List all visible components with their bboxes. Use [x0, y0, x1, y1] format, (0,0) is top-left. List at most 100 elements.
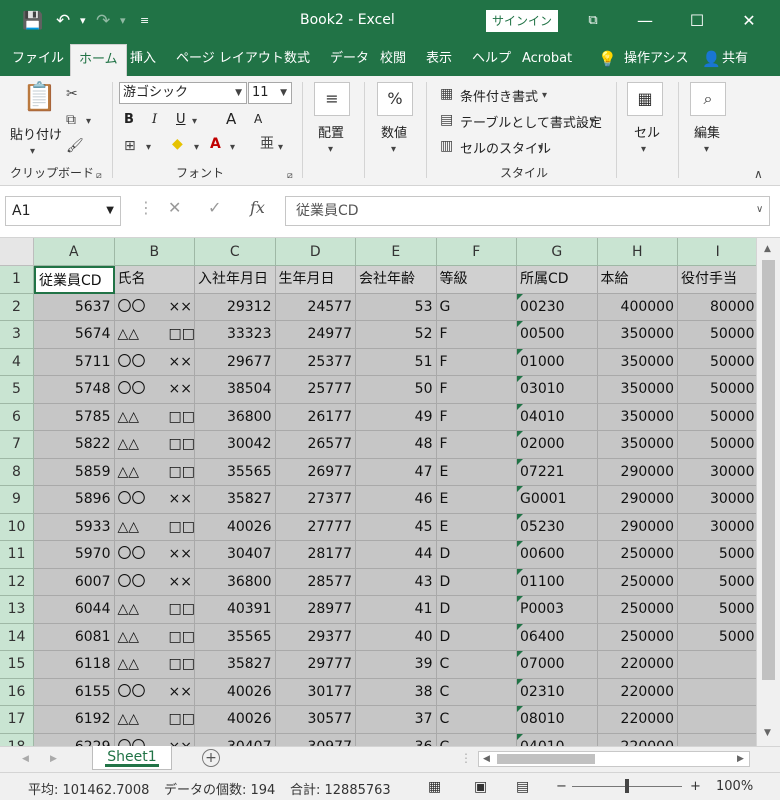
table-cell[interactable]: 350000 — [597, 403, 678, 431]
table-cell[interactable]: 50000 — [678, 403, 756, 431]
table-cell[interactable]: 350000 — [597, 431, 678, 459]
number-format-icon[interactable]: % — [377, 82, 413, 116]
row-header[interactable]: 14 — [0, 623, 34, 651]
underline-button[interactable]: U — [176, 112, 186, 127]
table-cell[interactable]: 350000 — [597, 348, 678, 376]
table-cell[interactable]: 290000 — [597, 513, 678, 541]
row-header[interactable]: 12 — [0, 568, 34, 596]
insert-function-icon[interactable]: fx — [250, 198, 265, 217]
phonetic-dropdown-icon[interactable]: ▾ — [278, 140, 283, 156]
table-cell[interactable]: △△ □□ — [114, 623, 195, 651]
column-header[interactable]: I — [678, 238, 756, 266]
tab-file[interactable]: ファイル — [12, 42, 64, 76]
table-cell[interactable]: 6118 — [34, 651, 115, 679]
name-box[interactable]: A1 ▼ — [5, 196, 121, 226]
table-cell[interactable]: 44 — [356, 541, 437, 569]
table-cell[interactable]: 29377 — [275, 623, 356, 651]
horizontal-scrollbar[interactable]: ◀ ▶ — [478, 751, 750, 767]
table-header-cell[interactable]: 生年月日 — [275, 266, 356, 294]
table-cell[interactable]: 6081 — [34, 623, 115, 651]
table-cell[interactable]: 40026 — [195, 678, 276, 706]
editing-dropdown-icon[interactable]: ▾ — [704, 142, 709, 158]
table-cell[interactable]: 27777 — [275, 513, 356, 541]
table-cell[interactable]: 05230 — [517, 513, 598, 541]
enter-icon[interactable]: ✓ — [208, 198, 221, 217]
font-color-dropdown-icon[interactable]: ▾ — [230, 140, 235, 156]
table-cell[interactable]: 220000 — [597, 706, 678, 734]
table-cell[interactable] — [678, 733, 756, 746]
underline-dropdown-icon[interactable]: ▾ — [192, 114, 197, 130]
tab-home[interactable]: ホーム — [70, 44, 127, 76]
table-cell[interactable]: 350000 — [597, 376, 678, 404]
table-cell[interactable]: 〇〇 ×× — [114, 486, 195, 514]
table-cell[interactable]: 00500 — [517, 321, 598, 349]
table-header-cell[interactable]: 所属CD — [517, 266, 598, 294]
bold-button[interactable]: B — [124, 112, 134, 127]
sheet-tab-sheet1[interactable]: Sheet1 — [92, 746, 172, 770]
table-cell[interactable]: 28177 — [275, 541, 356, 569]
table-cell[interactable]: 03010 — [517, 376, 598, 404]
table-cell[interactable]: 36 — [356, 733, 437, 746]
zoom-slider-handle[interactable] — [625, 779, 629, 793]
undo-dropdown-icon[interactable]: ▾ — [80, 9, 86, 33]
table-cell[interactable]: 43 — [356, 568, 437, 596]
table-cell[interactable]: 26977 — [275, 458, 356, 486]
table-cell[interactable]: F — [436, 403, 517, 431]
alignment-button[interactable]: 配置 — [318, 122, 344, 141]
table-header-cell[interactable]: 入社年月日 — [195, 266, 276, 294]
table-cell[interactable]: 30407 — [195, 733, 276, 746]
table-cell[interactable]: 36800 — [195, 403, 276, 431]
add-sheet-button[interactable]: + — [202, 749, 220, 767]
conditional-format-button[interactable]: 条件付き書式 — [460, 86, 538, 105]
table-cell[interactable]: 5896 — [34, 486, 115, 514]
table-cell[interactable]: 25377 — [275, 348, 356, 376]
row-header[interactable]: 15 — [0, 651, 34, 679]
row-header[interactable]: 6 — [0, 403, 34, 431]
table-cell[interactable]: P0003 — [517, 596, 598, 624]
normal-view-icon[interactable]: ▦ — [428, 779, 441, 795]
table-cell[interactable]: 38 — [356, 678, 437, 706]
table-cell[interactable]: 06400 — [517, 623, 598, 651]
table-cell[interactable]: 35565 — [195, 458, 276, 486]
table-cell[interactable]: 6192 — [34, 706, 115, 734]
table-cell[interactable]: 290000 — [597, 458, 678, 486]
table-cell[interactable]: 290000 — [597, 486, 678, 514]
column-header[interactable]: G — [517, 238, 598, 266]
paste-dropdown-icon[interactable]: ▾ — [30, 144, 35, 160]
collapse-ribbon-icon[interactable]: ∧ — [754, 166, 763, 182]
cells-icon[interactable]: ▦ — [627, 82, 663, 116]
table-cell[interactable]: 00600 — [517, 541, 598, 569]
table-cell[interactable]: △△ □□ — [114, 706, 195, 734]
font-size-combo[interactable]: 11 ▼ — [248, 82, 292, 104]
table-cell[interactable]: 40 — [356, 623, 437, 651]
table-cell[interactable]: 6007 — [34, 568, 115, 596]
formula-input[interactable]: 従業員CD — [285, 196, 770, 226]
table-cell[interactable]: 400000 — [597, 293, 678, 321]
table-cell[interactable]: 48 — [356, 431, 437, 459]
row-header[interactable]: 2 — [0, 293, 34, 321]
cells-dropdown-icon[interactable]: ▾ — [641, 142, 646, 158]
zoom-out-button[interactable]: − — [556, 779, 567, 794]
table-cell[interactable]: 80000 — [678, 293, 756, 321]
tab-acrobat[interactable]: Acrobat — [522, 42, 572, 76]
table-cell[interactable]: △△ □□ — [114, 403, 195, 431]
cut-icon[interactable]: ✂ — [66, 86, 78, 102]
table-cell[interactable]: 5859 — [34, 458, 115, 486]
table-cell[interactable]: 40026 — [195, 706, 276, 734]
table-cell[interactable]: 6155 — [34, 678, 115, 706]
table-cell[interactable]: E — [436, 458, 517, 486]
table-cell[interactable]: 30042 — [195, 431, 276, 459]
font-name-combo[interactable]: 游ゴシック ▼ — [119, 82, 247, 104]
tab-help[interactable]: ヘルプ — [472, 42, 511, 76]
editing-button[interactable]: 編集 — [694, 122, 720, 141]
font-launcher-icon[interactable]: ⧄ — [287, 168, 293, 184]
borders-dropdown-icon[interactable]: ▾ — [146, 140, 151, 156]
table-cell[interactable]: 250000 — [597, 568, 678, 596]
table-cell[interactable]: F — [436, 348, 517, 376]
table-cell[interactable]: 04010 — [517, 733, 598, 746]
table-cell[interactable]: E — [436, 486, 517, 514]
alignment-icon[interactable]: ≡ — [314, 82, 350, 116]
row-header[interactable]: 13 — [0, 596, 34, 624]
fill-color-icon[interactable]: ◆ — [172, 136, 183, 152]
table-cell[interactable]: 30977 — [275, 733, 356, 746]
